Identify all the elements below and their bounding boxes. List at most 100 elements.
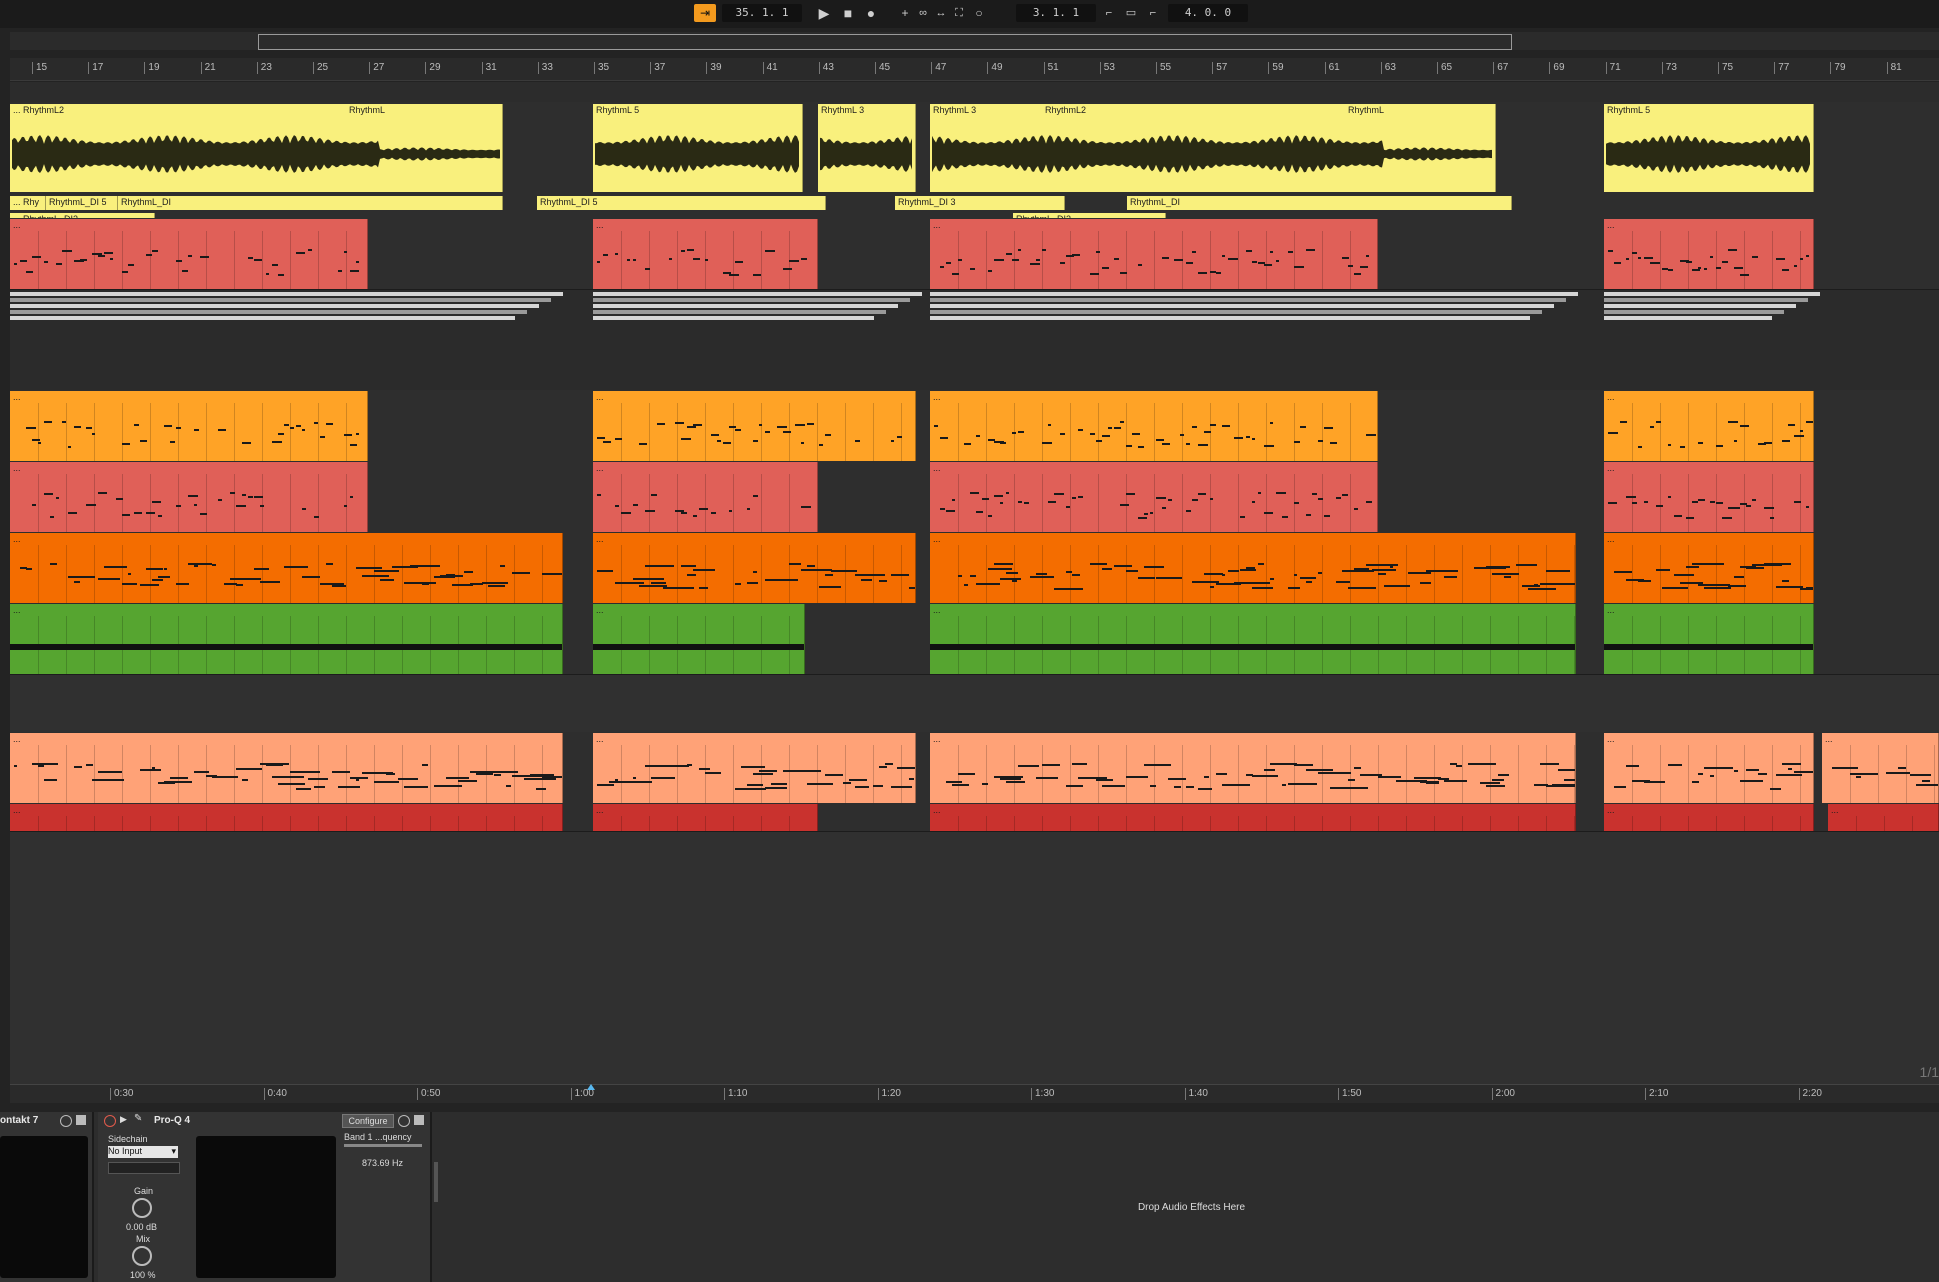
gain-knob[interactable] <box>132 1198 152 1218</box>
grid-line <box>66 816 67 831</box>
note-band <box>593 644 804 650</box>
midi-clip[interactable]: ... <box>1604 533 1814 603</box>
device-activator-icon[interactable] <box>398 1115 410 1127</box>
grid-line <box>621 474 622 532</box>
midi-note <box>1072 497 1076 499</box>
midi-clip[interactable]: ... <box>1604 604 1814 674</box>
midi-note <box>248 257 253 259</box>
midi-note <box>1174 259 1183 261</box>
midi-clip[interactable]: ... <box>593 804 818 831</box>
time-ruler[interactable]: 0:30 0:40 0:50 1:00 1:10 1:20 1:30 1:40 1:50 2:00… <box>10 1084 1939 1103</box>
grid-line <box>1266 231 1267 289</box>
midi-note <box>1198 272 1207 274</box>
grid-line <box>649 545 650 603</box>
session-record-icon[interactable]: ⛶ <box>950 4 968 22</box>
midi-clip[interactable]: ... <box>930 733 1576 803</box>
grid-line <box>1154 545 1155 603</box>
midi-clip[interactable]: ... <box>593 219 818 289</box>
midi-clip[interactable]: ... <box>593 391 916 461</box>
configure-button[interactable]: Configure <box>342 1114 394 1128</box>
capture-icon[interactable]: ↔ <box>932 4 950 22</box>
midi-note <box>1492 779 1504 781</box>
follow-button[interactable]: ⇥ <box>694 4 716 22</box>
drop-zone[interactable]: Drop Audio Effects Here <box>444 1112 1939 1282</box>
midi-note <box>194 771 209 773</box>
midi-note <box>1018 431 1024 433</box>
play-icon[interactable]: ▶ <box>815 4 833 22</box>
midi-note <box>964 443 971 445</box>
transport-bar: ⇥ 35. 1. 1 ▶ ■ ● + ∞ ↔ ⛶ ○ 3. 1. 1 ⌐ ▭ ⌐… <box>0 0 1939 28</box>
midi-clip[interactable]: ... <box>1828 804 1939 831</box>
device-title[interactable]: Pro-Q 4 <box>154 1114 190 1128</box>
grid-line <box>1154 816 1155 831</box>
midi-note <box>855 574 885 576</box>
automation-icon[interactable]: ∞ <box>914 4 932 22</box>
midi-clip[interactable]: ... <box>10 604 563 674</box>
loop-icon[interactable]: ○ <box>970 4 988 22</box>
midi-clip[interactable]: ... <box>930 462 1378 532</box>
midi-clip[interactable]: ... <box>1604 391 1814 461</box>
device-power-icon[interactable] <box>104 1115 116 1127</box>
draw-mode-icon[interactable]: ▭ <box>1122 4 1140 22</box>
midi-note <box>146 568 163 570</box>
midi-clip[interactable]: ... <box>1604 804 1814 831</box>
midi-clip[interactable]: ... <box>593 733 916 803</box>
midi-clip[interactable]: ... <box>593 604 805 674</box>
midi-clip[interactable]: ... <box>1822 733 1939 803</box>
scroll-handle[interactable] <box>434 1162 438 1202</box>
midi-clip[interactable]: ... <box>930 391 1378 461</box>
clip-header: ... <box>1607 463 1615 473</box>
midi-note <box>1704 767 1733 769</box>
midi-clip[interactable]: ... <box>10 219 368 289</box>
midi-note <box>1270 578 1274 580</box>
grid-line <box>1266 745 1267 803</box>
device-activator-icon[interactable] <box>60 1115 72 1127</box>
loop-length-display[interactable]: 4. 0. 0 <box>1168 4 1248 22</box>
midi-clip[interactable]: ... <box>930 219 1378 289</box>
midi-clip[interactable]: ... <box>10 804 563 831</box>
midi-clip[interactable]: ... <box>930 804 1576 831</box>
midi-clip[interactable]: ... <box>930 604 1576 674</box>
grid-line <box>649 403 650 461</box>
grid-line <box>178 745 179 803</box>
save-icon[interactable] <box>414 1115 424 1125</box>
midi-clip[interactable]: ... <box>10 733 563 803</box>
sidechain-input-select[interactable]: No Input ▾ <box>108 1146 178 1158</box>
overview-visible-region[interactable] <box>258 34 1512 50</box>
bar-number: 25 <box>313 62 328 74</box>
midi-clip[interactable]: ... <box>593 462 818 532</box>
loop-start-display[interactable]: 3. 1. 1 <box>1016 4 1096 22</box>
grid-line <box>845 403 846 461</box>
midi-note <box>1120 504 1129 506</box>
stop-icon[interactable]: ■ <box>839 4 857 22</box>
midi-clip[interactable]: ... <box>10 391 368 461</box>
mix-knob[interactable] <box>132 1246 152 1266</box>
midi-clip[interactable]: ... <box>1604 219 1814 289</box>
midi-note <box>140 769 161 771</box>
midi-note <box>314 422 318 424</box>
punch-out-icon[interactable]: ⌐ <box>1144 4 1162 22</box>
midi-clip[interactable]: ... <box>593 533 916 603</box>
midi-note <box>248 496 253 498</box>
midi-note <box>801 506 811 508</box>
midi-clip[interactable]: ... <box>930 533 1576 603</box>
midi-clip[interactable]: ... <box>10 533 563 603</box>
play-icon[interactable]: ▶ <box>120 1114 127 1125</box>
parameter-slider[interactable] <box>344 1144 422 1147</box>
save-icon[interactable] <box>76 1115 86 1125</box>
midi-clip[interactable]: ... <box>10 462 368 532</box>
midi-clip[interactable]: ... <box>1604 733 1814 803</box>
midi-note <box>1486 566 1510 568</box>
record-icon[interactable]: ● <box>862 4 880 22</box>
wrench-icon[interactable]: ✎ <box>134 1113 142 1124</box>
beat-time-ruler[interactable]: 15 17 19 21 23 25 27 29 31 33 35 37 39 41 43 45 47 49 51 53… <box>10 58 1939 81</box>
midi-clip[interactable]: ... <box>1604 462 1814 532</box>
midi-note <box>1746 505 1751 507</box>
punch-in-icon[interactable]: ⌐ <box>1100 4 1118 22</box>
grid-line <box>1632 545 1633 603</box>
song-position-display[interactable]: 35. 1. 1 <box>722 4 802 22</box>
device-title[interactable]: ontakt 7 <box>0 1114 38 1128</box>
midi-note <box>952 784 969 786</box>
add-icon[interactable]: + <box>896 4 914 22</box>
clip-header: ... <box>596 220 604 230</box>
